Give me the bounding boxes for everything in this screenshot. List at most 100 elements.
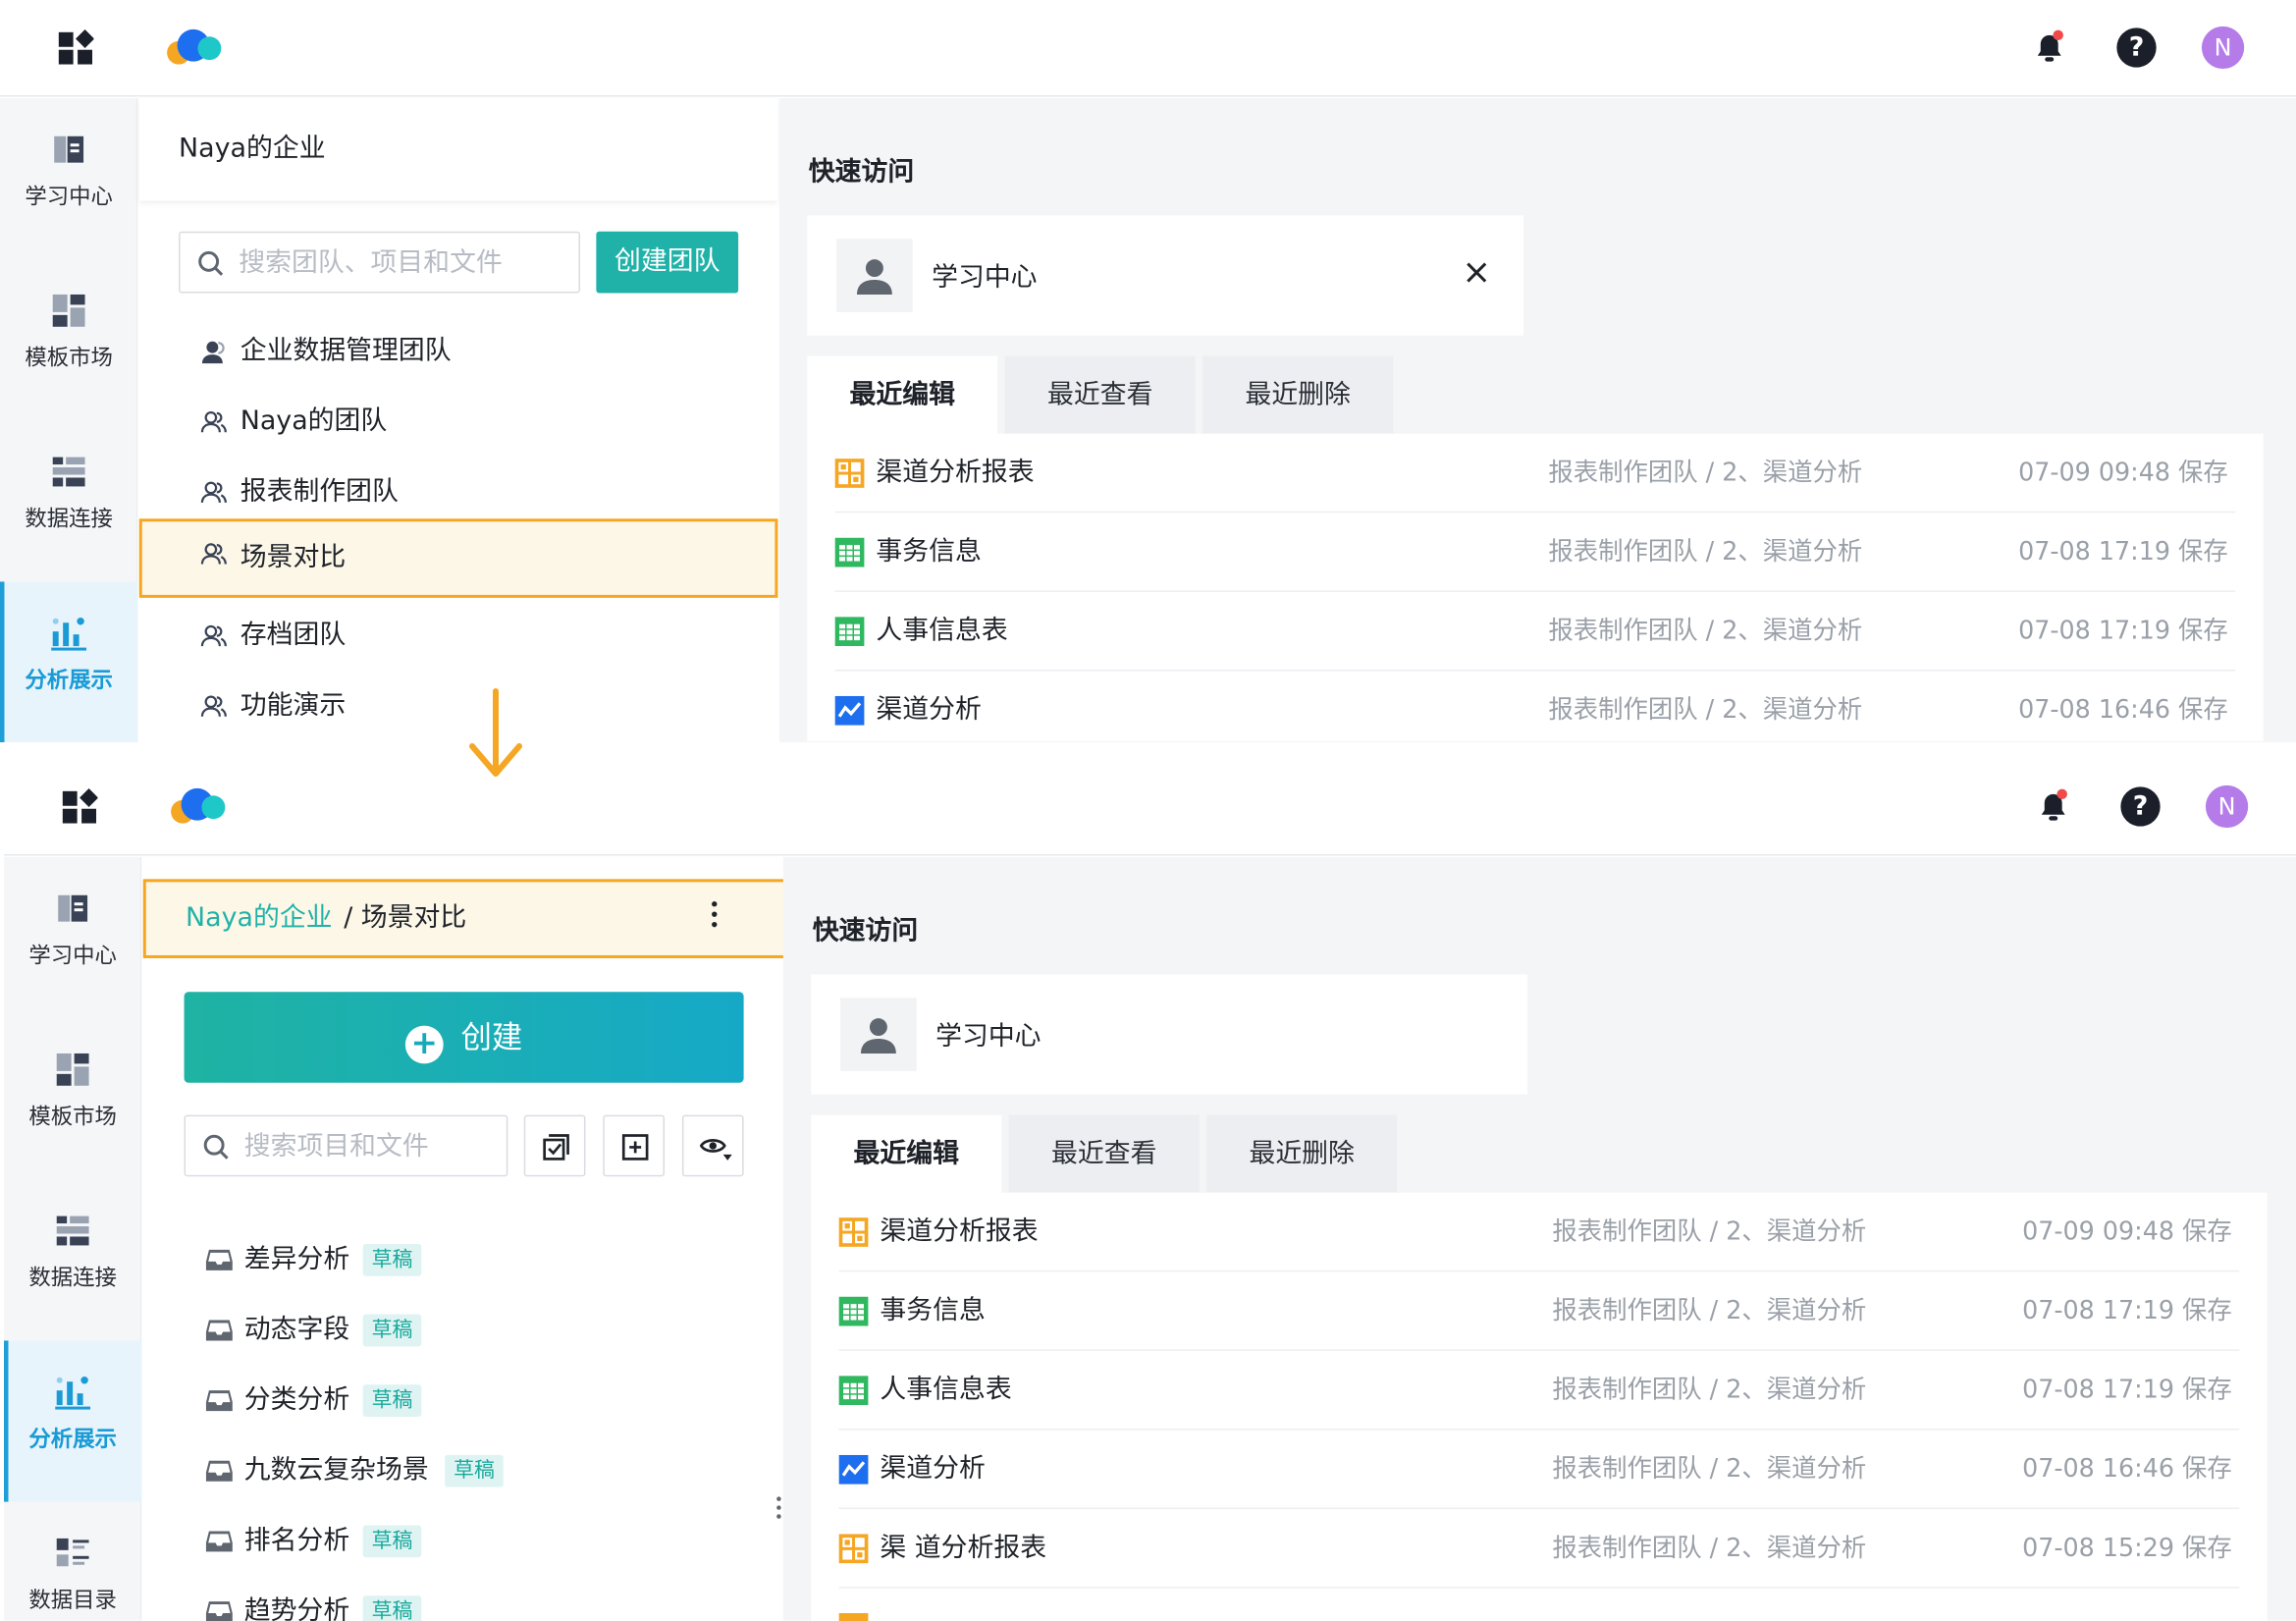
tab-recent-edit[interactable]: 最近编辑: [811, 1114, 1002, 1193]
create-team-button[interactable]: 创建团队: [596, 231, 739, 294]
help-icon[interactable]: ?: [2116, 27, 2157, 68]
team-outline-icon: [200, 481, 227, 503]
draft-badge: 草稿: [362, 1595, 422, 1621]
project-item[interactable]: 分类分析 草稿: [143, 1366, 782, 1436]
rail-label: 数据目录: [28, 1587, 117, 1614]
team-label: 报表制作团队: [240, 475, 399, 508]
file-row[interactable]: 渠道分析报表 报表制作团队 / 2、渠道分析 07-09 09:48 保存: [811, 1193, 2267, 1272]
breadcrumb-current: / 场景对比: [344, 902, 467, 934]
file-row[interactable]: 渠道分析报表 报表制作团队 / 2、渠道分析 07-09 09:48 保存: [807, 434, 2263, 513]
file-path: 报表制作团队 / 2、渠道分析: [1552, 1376, 1867, 1406]
rail-item-catalog[interactable]: 数据目录: [4, 1502, 141, 1621]
brand-logo[interactable]: [168, 785, 233, 827]
team-outline-icon: [200, 410, 227, 433]
template-icon: [56, 1053, 89, 1086]
file-path: 报表制作团队 / 2、渠道分析: [1548, 537, 1863, 567]
inbox-icon: [205, 1390, 233, 1412]
user-avatar[interactable]: N: [2201, 26, 2245, 70]
draft-badge: 草稿: [362, 1384, 422, 1418]
team-item[interactable]: 存档团队: [139, 601, 778, 672]
view-options-button[interactable]: [681, 1114, 744, 1177]
bell-icon[interactable]: [2034, 786, 2072, 825]
table-icon: [838, 1376, 869, 1406]
database-icon: [56, 1216, 89, 1246]
project-search-box[interactable]: [184, 1114, 508, 1177]
team-search-input[interactable]: [239, 233, 570, 292]
quick-access-card[interactable]: 学习中心: [807, 215, 1523, 336]
rail-item-templates[interactable]: 模板市场: [4, 1018, 141, 1179]
batch-select-button[interactable]: [523, 1114, 586, 1177]
tab-recent-view[interactable]: 最近查看: [1008, 1114, 1200, 1193]
draft-badge: 草稿: [445, 1454, 504, 1487]
rail-label: 学习中心: [28, 942, 117, 969]
file-time: 07-08 17:19 保存: [2018, 617, 2228, 647]
rail-item-analysis[interactable]: 分析展示: [0, 581, 138, 742]
file-row[interactable]: [811, 1589, 2267, 1621]
more-vertical-icon[interactable]: [710, 899, 719, 929]
main-content: 快速访问 学习中心 最近编辑 最近查看 最近删除 渠道分析报表 报表制作团队 /…: [782, 856, 2296, 1621]
file-row[interactable]: 人事信息表 报表制作团队 / 2、渠道分析 07-08 17:19 保存: [807, 592, 2263, 672]
file-name: 渠 道分析报表: [880, 1532, 1047, 1564]
file-row[interactable]: 事务信息 报表制作团队 / 2、渠道分析 07-08 17:19 保存: [811, 1271, 2267, 1351]
tab-recent-edit[interactable]: 最近编辑: [807, 355, 998, 434]
team-item[interactable]: 报表制作团队: [139, 458, 778, 528]
bell-icon[interactable]: [2030, 27, 2068, 66]
team-solid-icon: [201, 341, 225, 364]
file-row[interactable]: 事务信息 报表制作团队 / 2、渠道分析 07-08 17:19 保存: [807, 513, 2263, 592]
rail-item-learning[interactable]: 学习中心: [4, 857, 141, 1018]
project-item[interactable]: 趋势分析 草稿: [143, 1577, 782, 1621]
project-item[interactable]: 差异分析 草稿: [143, 1225, 782, 1296]
close-icon[interactable]: [1467, 262, 1487, 283]
tab-recent-view[interactable]: 最近查看: [1004, 355, 1196, 434]
rail-item-data-connect[interactable]: 数据连接: [0, 420, 137, 581]
table-icon: [838, 1296, 869, 1326]
resize-handle-icon[interactable]: [775, 1496, 781, 1520]
file-row[interactable]: 渠道分析 报表制作团队 / 2、渠道分析 07-08 16:46 保存: [811, 1430, 2267, 1510]
team-item-highlighted[interactable]: 场景对比: [138, 518, 778, 598]
recent-file-list: 渠道分析报表 报表制作团队 / 2、渠道分析 07-09 09:48 保存 事务…: [811, 1192, 2268, 1621]
team-search-box[interactable]: [179, 231, 580, 294]
rail-item-templates[interactable]: 模板市场: [0, 259, 137, 420]
user-icon: [856, 259, 892, 295]
tab-recent-delete[interactable]: 最近删除: [1202, 355, 1394, 434]
file-time: 07-09 09:48 保存: [2022, 1217, 2232, 1247]
rail-item-learning[interactable]: 学习中心: [0, 98, 137, 259]
file-path: 报表制作团队 / 2、渠道分析: [1548, 617, 1863, 647]
project-item[interactable]: 动态字段 草稿: [143, 1295, 782, 1366]
team-item[interactable]: 功能演示: [139, 671, 778, 741]
apps-grid-icon[interactable]: [58, 29, 94, 65]
inbox-icon: [205, 1601, 233, 1621]
team-item[interactable]: Naya的团队: [139, 387, 778, 458]
team-label: 场景对比: [240, 542, 347, 573]
project-search-input[interactable]: [243, 1116, 498, 1175]
user-avatar[interactable]: N: [2205, 784, 2249, 829]
project-item[interactable]: 排名分析 草稿: [143, 1506, 782, 1577]
file-path: 报表制作团队 / 2、渠道分析: [1548, 459, 1863, 488]
file-time: 07-08 16:46 保存: [2022, 1454, 2232, 1485]
quick-access-title: 快速访问: [808, 156, 915, 189]
create-button[interactable]: + 创建: [184, 992, 744, 1083]
brand-logo[interactable]: [164, 27, 229, 68]
file-row[interactable]: 人事信息表 报表制作团队 / 2、渠道分析 07-08 17:19 保存: [811, 1351, 2267, 1431]
apps-grid-icon[interactable]: [62, 788, 98, 824]
add-project-button[interactable]: [603, 1114, 666, 1177]
file-row[interactable]: 渠 道分析报表 报表制作团队 / 2、渠道分析 07-08 15:29 保存: [811, 1509, 2267, 1589]
file-path: 报表制作团队 / 2、渠道分析: [1552, 1454, 1867, 1485]
team-label: 存档团队: [240, 620, 347, 651]
rail-item-analysis[interactable]: 分析展示: [4, 1340, 142, 1502]
top-bar: ? N: [0, 0, 2296, 97]
file-time: 07-08 17:19 保存: [2018, 537, 2228, 567]
breadcrumb-root-link[interactable]: Naya的企业: [186, 896, 333, 935]
chart-icon: [55, 1377, 91, 1410]
rail-item-data-connect[interactable]: 数据连接: [4, 1179, 141, 1340]
file-time: 07-09 09:48 保存: [2018, 459, 2228, 488]
project-item[interactable]: 九数云复杂场景 草稿: [143, 1435, 782, 1506]
tab-recent-delete[interactable]: 最近删除: [1206, 1114, 1398, 1193]
help-icon[interactable]: ?: [2120, 786, 2161, 827]
quick-access-card[interactable]: 学习中心: [811, 974, 1527, 1095]
project-panel: Naya的企业 / 场景对比 + 创建 差异分析 草稿: [142, 856, 788, 1621]
rail-label: 分析展示: [25, 666, 113, 693]
file-row[interactable]: 渠道分析 报表制作团队 / 2、渠道分析 07-08 16:46 保存: [807, 671, 2263, 742]
quick-access-label: 学习中心: [932, 262, 1038, 294]
team-item[interactable]: 企业数据管理团队: [139, 316, 778, 387]
